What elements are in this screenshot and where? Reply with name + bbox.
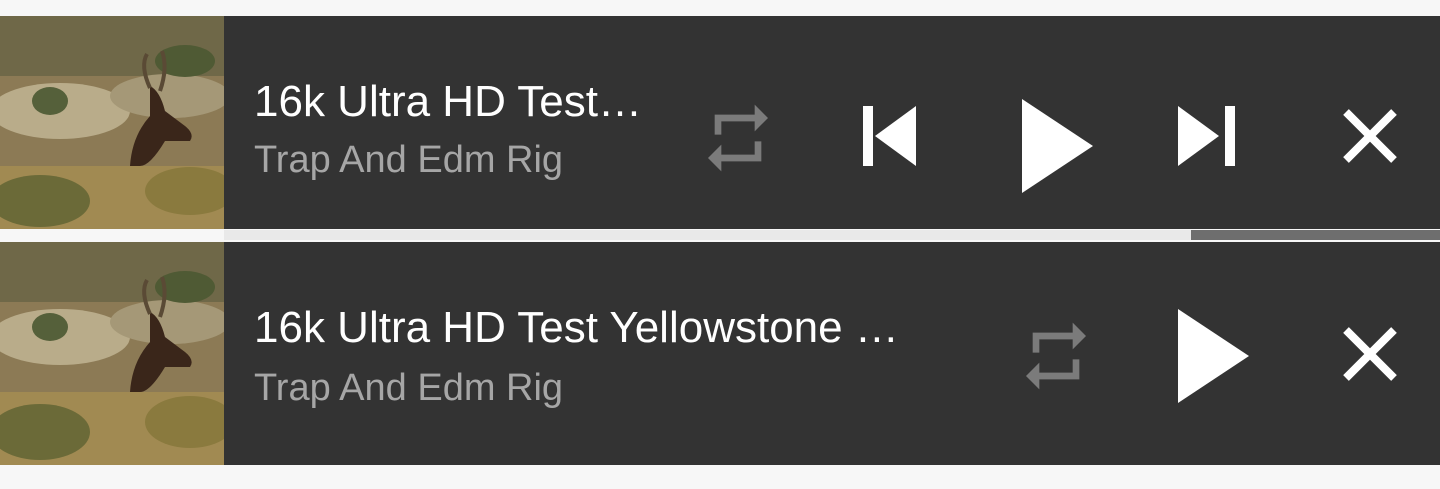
skip-next-icon xyxy=(1178,106,1235,166)
play-icon xyxy=(1178,309,1249,403)
album-art-thumbnail xyxy=(0,16,224,229)
skip-next-button[interactable] xyxy=(1166,96,1246,176)
close-icon xyxy=(1343,109,1397,163)
skip-previous-icon xyxy=(863,106,916,166)
track-artist: Trap And Edm Rig xyxy=(254,139,564,181)
play-icon xyxy=(1022,99,1093,193)
repeat-button[interactable] xyxy=(1008,304,1104,408)
repeat-icon xyxy=(1026,322,1086,390)
repeat-button[interactable] xyxy=(696,86,780,190)
play-button[interactable] xyxy=(1010,94,1100,198)
progress-fill xyxy=(224,230,1191,240)
close-icon xyxy=(1343,327,1397,381)
album-art-thumbnail xyxy=(0,242,224,465)
repeat-icon xyxy=(708,104,768,172)
track-artist: Trap And Edm Rig xyxy=(254,367,564,409)
play-button[interactable] xyxy=(1166,304,1256,408)
progress-track xyxy=(224,230,1440,240)
skip-previous-button[interactable] xyxy=(846,96,926,176)
track-title: 16k Ultra HD Test Yellowstone … xyxy=(254,304,899,352)
media-notification-expanded[interactable]: 16k Ultra HD Test… Trap And Edm Rig xyxy=(0,16,1440,229)
playback-progress-bar[interactable] xyxy=(224,229,1440,242)
close-button[interactable] xyxy=(1330,96,1410,176)
track-title: 16k Ultra HD Test… xyxy=(254,78,642,126)
close-button[interactable] xyxy=(1330,314,1410,394)
media-notification-compact[interactable]: 16k Ultra HD Test Yellowstone … Trap And… xyxy=(0,242,1440,465)
